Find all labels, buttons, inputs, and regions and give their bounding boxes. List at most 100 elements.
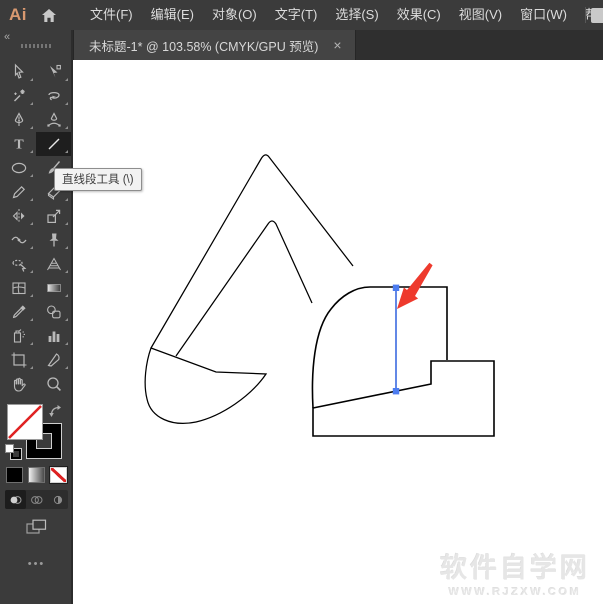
pen-nib-icon [14,112,23,126]
menu-bar: Ai 文件(F) 编辑(E) 对象(O) 文字(T) 选择(S) 效果(C) 视… [0,0,603,30]
ellipse-icon [11,162,26,174]
default-fill-icon [5,444,14,453]
menu-effect[interactable]: 效果(C) [388,0,450,30]
close-tab-icon[interactable]: × [333,38,341,52]
graph-tool[interactable] [36,324,71,348]
document-tab[interactable]: 未标题-1* @ 103.58% (CMYK/GPU 预览) × [73,30,356,60]
eyedropper-tool[interactable] [1,300,36,324]
shape-builder-tool[interactable] [1,252,36,276]
draw-behind-button[interactable] [26,490,47,509]
home-icon [42,8,56,22]
fill-swatch[interactable] [7,404,43,440]
mesh-icon [11,282,26,295]
menu-window[interactable]: 窗口(W) [511,0,576,30]
tool-tooltip: 直线段工具 (\) [54,168,142,191]
draw-normal-button[interactable] [5,490,26,509]
shape-builder-icon [11,259,26,272]
screen-mode-button[interactable] [26,519,47,541]
excavator-drawing [144,154,495,437]
menu-select[interactable]: 选择(S) [326,0,387,30]
anchor-point-bottom[interactable] [392,388,400,395]
default-fill-stroke-button[interactable] [5,444,22,460]
hand-icon [13,377,26,392]
width-icon [10,236,27,244]
menu-view[interactable]: 视图(V) [450,0,511,30]
boom-outer-path [150,154,354,349]
cab-path [311,286,448,409]
ellipse-tool[interactable] [1,156,36,180]
blend-tool[interactable] [36,300,71,324]
bucket-path [144,347,268,424]
type-icon: T [14,138,24,153]
pen-tool[interactable] [1,108,36,132]
line-segment-tool[interactable] [36,132,71,156]
menu-file[interactable]: 文件(F) [81,0,142,30]
home-button[interactable] [40,7,58,24]
toolbar-grip[interactable] [21,44,52,48]
selected-line-segment[interactable] [392,284,400,395]
watermark-title: 软件自学网 [440,553,590,583]
draw-inside-button[interactable] [47,490,68,509]
gradient-button[interactable] [28,467,45,483]
hand-tool[interactable] [1,372,36,396]
zoom-magnifier-icon [46,377,61,391]
boom-inner-path [175,220,313,357]
drawing-modes [5,490,68,509]
scale-icon [46,209,60,224]
menu-object[interactable]: 对象(O) [203,0,266,30]
draw-inside-icon [53,495,62,504]
swap-fill-stroke-button[interactable] [48,404,65,424]
canvas-artboard[interactable]: 软件自学网 WWW.RJZXW.COM [75,60,603,604]
collapse-panel-icon[interactable]: « [4,31,10,43]
lasso-tool[interactable] [36,84,71,108]
tools-grid: T [1,60,71,396]
magic-wand-icon [13,89,25,102]
color-button[interactable] [6,467,23,483]
blend-icon [46,305,61,319]
artboard-icon [11,352,26,368]
annotation-arrow [397,262,433,309]
gradient-tool[interactable] [36,276,71,300]
anchor-point-top[interactable] [392,284,400,291]
zoom-tool[interactable] [36,372,71,396]
line-segment-icon [48,138,59,150]
curvature-tool[interactable] [36,108,71,132]
type-tool[interactable]: T [1,132,36,156]
workspace-icon[interactable] [591,8,603,23]
puppet-pin-icon [49,233,58,247]
symbol-sprayer-tool[interactable] [1,324,36,348]
document-tab-bar: 未标题-1* @ 103.58% (CMYK/GPU 预览) × [73,30,603,60]
direct-selection-arrow-icon [49,64,61,78]
menu-items: 文件(F) 编辑(E) 对象(O) 文字(T) 选择(S) 效果(C) 视图(V… [81,0,603,30]
menu-separator [585,7,586,23]
pencil-icon [12,185,25,199]
document-tab-title: 未标题-1* @ 103.58% (CMYK/GPU 预览) [89,39,319,54]
direct-selection-tool[interactable] [36,60,71,84]
scale-tool[interactable] [36,204,71,228]
magic-wand-tool[interactable] [1,84,36,108]
slice-tool[interactable] [36,348,71,372]
puppet-warp-tool[interactable] [36,228,71,252]
perspective-grid-tool[interactable] [36,252,71,276]
edit-toolbar-button[interactable]: ••• [0,558,73,570]
reflect-tool[interactable] [1,204,36,228]
symbol-sprayer-icon [13,329,25,343]
slice-knife-icon [46,353,60,367]
selection-tool[interactable] [1,60,36,84]
none-button[interactable] [50,467,67,483]
svg-text:T: T [14,138,24,153]
illustrator-logo: Ai [9,5,27,24]
menu-edit[interactable]: 编辑(E) [142,0,203,30]
artboard-tool[interactable] [1,348,36,372]
swap-arrows-icon [49,405,61,417]
menu-type[interactable]: 文字(T) [266,0,327,30]
width-tool[interactable] [1,228,36,252]
pencil-tool[interactable] [1,180,36,204]
perspective-grid-icon [46,257,61,271]
watermark: 软件自学网 WWW.RJZXW.COM [440,546,590,598]
screen-mode-icon [26,519,47,534]
selection-arrow-icon [14,63,24,79]
watermark-url: WWW.RJZXW.COM [448,586,582,598]
mesh-tool[interactable] [1,276,36,300]
eyedropper-icon [12,305,26,319]
